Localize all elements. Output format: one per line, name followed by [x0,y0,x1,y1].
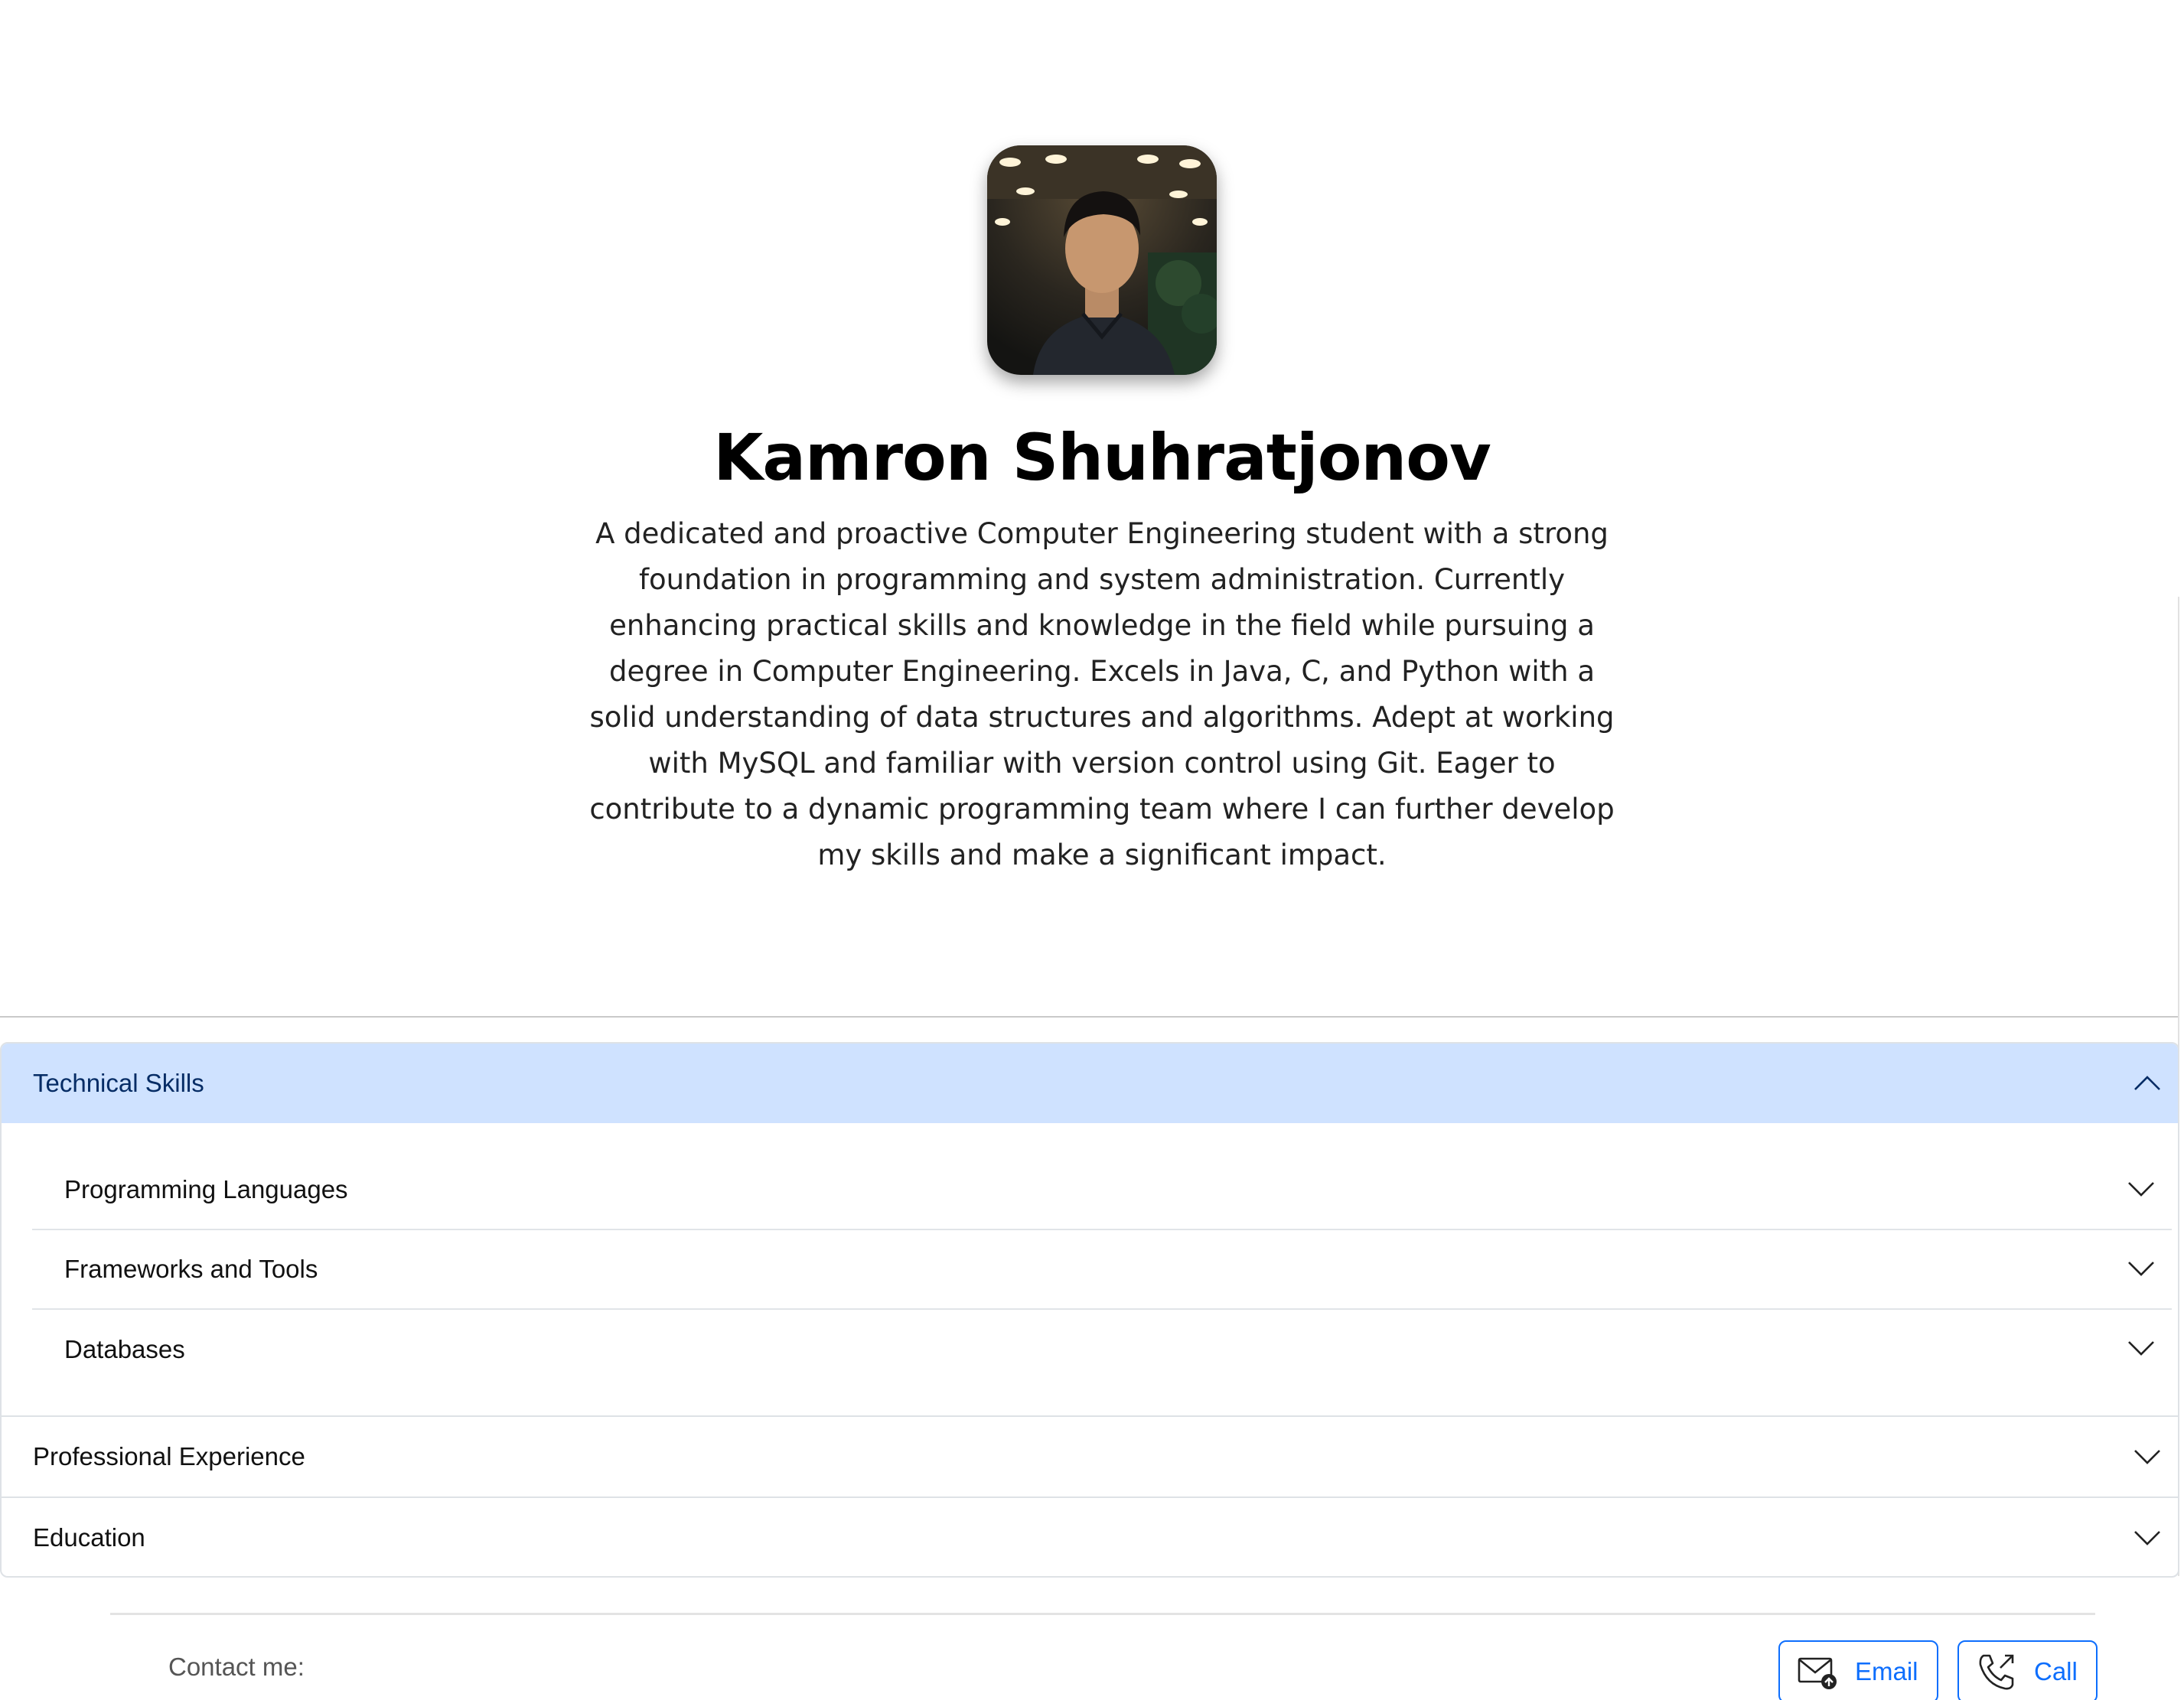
accordion-item-programming-languages[interactable]: Programming Languages [32,1151,2172,1230]
email-button-label: Email [1855,1657,1918,1685]
accordion-label-professional-experience: Professional Experience [33,1442,305,1470]
resume-page: Kamron Shuhratjonov A dedicated and proa… [0,0,2184,1700]
accordion-label-technical-skills: Technical Skills [33,1069,204,1097]
call-button-label: Call [2034,1657,2078,1685]
contact-label: Contact me: [168,1653,305,1681]
call-button[interactable]: Call [1957,1640,2098,1700]
chevron-down-icon [2134,1531,2160,1545]
technical-skills-body: Programming Languages Frameworks and Too… [32,1151,2172,1389]
profile-photo [987,145,1217,375]
accordion-item-frameworks-and-tools[interactable]: Frameworks and Tools [32,1230,2172,1310]
profile-summary: A dedicated and proactive Computer Engin… [589,517,1615,871]
section-divider [0,1016,2179,1018]
email-button[interactable]: Email [1778,1640,1938,1700]
chevron-down-icon [2128,1341,2154,1356]
avatar [987,145,1217,375]
accordion-header-education[interactable]: Education [2,1498,2178,1576]
accordion-label-education: Education [33,1523,145,1552]
accordion-item-label: Databases [64,1335,185,1363]
accordion-header-professional-experience[interactable]: Professional Experience [2,1417,2178,1496]
accordion-item-label: Frameworks and Tools [64,1255,318,1283]
accordion-item-databases[interactable]: Databases [32,1310,2172,1389]
accordion-item-label: Programming Languages [64,1175,348,1203]
footer-divider [110,1613,2095,1615]
resume-accordion: Technical Skills Programming Languages F… [0,1042,2179,1578]
profile-name: Kamron Shuhratjonov [713,420,1491,495]
chevron-up-icon [2134,1076,2160,1090]
phone-outgoing-icon [1979,1654,2014,1690]
chevron-down-icon [2128,1182,2154,1197]
envelope-icon [1798,1657,1837,1689]
chevron-down-icon [2134,1450,2160,1464]
accordion-header-technical-skills[interactable]: Technical Skills [2,1044,2178,1123]
chevron-down-icon [2128,1262,2154,1276]
